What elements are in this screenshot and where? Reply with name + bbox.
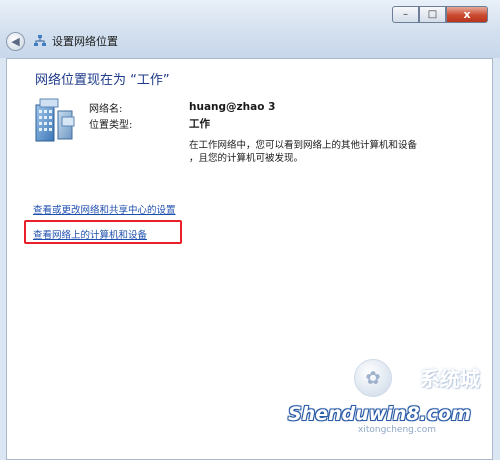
watermark-logo-icon: ✿ [354, 359, 392, 397]
window-controls: – □ x [392, 6, 488, 23]
watermark-site-small: xitongcheng.com [358, 425, 436, 435]
watermark-site-main: Shenduwin8.com [288, 403, 471, 425]
network-icon [34, 35, 46, 46]
back-button[interactable]: ◀ [6, 31, 25, 51]
location-type-row: 位置类型: 工作 [89, 115, 275, 131]
window-title: 设置网络位置 [52, 35, 118, 48]
network-name-label: 网络名: [89, 103, 123, 115]
watermark-brand: 系统城 [420, 367, 480, 391]
work-network-icon [35, 98, 75, 142]
description-line-1: 在工作网络中，您可以看到网络上的其他计算机和设备 [189, 140, 418, 151]
network-info: 网络名: huang@zhao 3 位置类型: 工作 [89, 99, 275, 131]
location-type-label: 位置类型: [89, 119, 133, 131]
close-button[interactable]: x [446, 6, 488, 23]
minimize-button[interactable]: – [392, 6, 419, 23]
sharing-center-link[interactable]: 查看或更改网络和共享中心的设置 [33, 202, 176, 216]
description-line-2: ，且您的计算机可被发现。 [189, 153, 304, 164]
network-name-value: huang@zhao 3 [189, 101, 276, 113]
maximize-button[interactable]: □ [419, 6, 446, 23]
title-bar: – □ x ◀ 设置网络位置 [0, 0, 500, 58]
page-heading: 网络位置现在为 “工作” [35, 73, 170, 88]
network-location-window: – □ x ◀ 设置网络位置 网络位置现在为 “工作” 网络名: huang@z… [0, 0, 500, 460]
content-pane: 网络位置现在为 “工作” 网络名: huang@zhao 3 位置类型: 工作 … [6, 58, 493, 460]
watermark: ✿ 系统城 Shenduwin8.com xitongcheng.com [288, 359, 488, 455]
network-name-row: 网络名: huang@zhao 3 [89, 99, 275, 115]
location-description: 在工作网络中，您可以看到网络上的其他计算机和设备 ，且您的计算机可被发现。 [189, 139, 459, 165]
highlight-box [24, 220, 182, 244]
location-type-value: 工作 [189, 117, 210, 130]
nav-row: ◀ 设置网络位置 [6, 30, 118, 52]
back-arrow-icon: ◀ [11, 34, 20, 48]
